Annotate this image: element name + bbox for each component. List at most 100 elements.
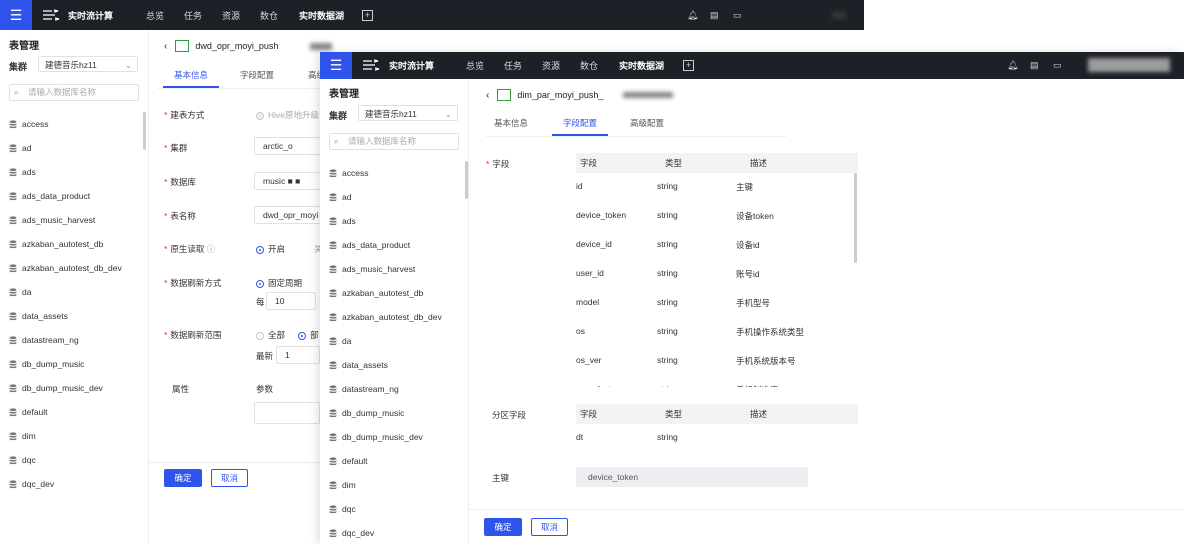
- database-item[interactable]: db_dump_music: [9, 352, 122, 376]
- database-icon: [329, 312, 337, 321]
- every-field[interactable]: 10: [266, 292, 316, 310]
- cancel-button[interactable]: 取消: [531, 518, 568, 536]
- database-icon: [9, 431, 17, 440]
- database-item[interactable]: azkaban_autotest_db: [9, 232, 122, 256]
- table-scrollbar[interactable]: [854, 173, 857, 263]
- tab-basic-info[interactable]: 基本信息: [163, 64, 219, 88]
- nav-resources[interactable]: 资源: [222, 0, 240, 30]
- nav-warehouse[interactable]: 数仓: [580, 52, 598, 79]
- nav-tasks[interactable]: 任务: [504, 52, 522, 79]
- cluster-select[interactable]: 建德音乐hz11 ⌄: [358, 105, 458, 121]
- database-item[interactable]: ad: [329, 185, 442, 209]
- database-item[interactable]: data_assets: [329, 353, 442, 377]
- database-item[interactable]: ads: [329, 209, 442, 233]
- primary-key-field[interactable]: device_token: [576, 467, 808, 487]
- database-item[interactable]: default: [9, 400, 122, 424]
- add-tab-icon[interactable]: +: [362, 10, 373, 21]
- database-item[interactable]: ads_music_harvest: [9, 208, 122, 232]
- nav-warehouse[interactable]: 数仓: [260, 0, 278, 30]
- nav-realtime-lake[interactable]: 实时数据湖: [619, 52, 664, 79]
- tab-advanced-config[interactable]: 高级配置: [630, 112, 664, 136]
- build-mode-label: * 建表方式: [164, 110, 205, 120]
- database-item[interactable]: dqc_dev: [329, 521, 442, 544]
- add-tab-icon[interactable]: +: [683, 60, 694, 71]
- table-row: os string 手机操作系统类型: [576, 318, 856, 347]
- database-item[interactable]: azkaban_autotest_db_dev: [329, 305, 442, 329]
- menu-icon[interactable]: ☰: [0, 0, 32, 30]
- range-all-radio[interactable]: 全部: [256, 329, 285, 341]
- confirm-button[interactable]: 确定: [164, 469, 202, 487]
- tab-field-config[interactable]: 字段配置: [240, 64, 274, 88]
- database-item[interactable]: db_dump_music_dev: [329, 425, 442, 449]
- confirm-button[interactable]: 确定: [484, 518, 522, 536]
- cluster-select[interactable]: 建德音乐hz11 ⌄: [38, 56, 138, 72]
- back-icon[interactable]: ‹: [486, 90, 489, 101]
- database-item[interactable]: da: [329, 329, 442, 353]
- nav-overview[interactable]: 总览: [146, 0, 164, 30]
- table-icon: [497, 89, 512, 101]
- avatar[interactable]: [832, 11, 846, 19]
- database-item[interactable]: default: [329, 449, 442, 473]
- cancel-button[interactable]: 取消: [211, 469, 248, 487]
- bell-icon[interactable]: 🔔︎: [1007, 60, 1018, 71]
- native-read-on-radio[interactable]: 开启: [256, 243, 285, 255]
- table-row: model string 手机型号: [576, 289, 856, 318]
- database-item[interactable]: dqc: [9, 448, 122, 472]
- database-icon: [9, 311, 17, 320]
- bell-icon[interactable]: 🔔︎: [687, 10, 698, 21]
- scrollbar[interactable]: [143, 112, 146, 150]
- sidebar-title: 表管理: [9, 41, 39, 52]
- database-item[interactable]: db_dump_music_dev: [9, 376, 122, 400]
- divider: [468, 509, 1184, 510]
- search-input[interactable]: ⌕ 请输入数据库名称: [9, 84, 139, 101]
- database-item[interactable]: da: [9, 280, 122, 304]
- params-field[interactable]: [254, 402, 320, 424]
- database-item[interactable]: data_assets: [9, 304, 122, 328]
- field-desc: 账号id: [736, 269, 760, 279]
- menu-icon[interactable]: ☰: [320, 52, 352, 79]
- redacted: [310, 42, 333, 50]
- refresh-mode-radio[interactable]: 固定周期: [256, 277, 302, 289]
- tab-field-config[interactable]: 字段配置: [552, 112, 608, 136]
- database-item[interactable]: dim: [329, 473, 442, 497]
- fields-table-body: id string 主键 device_token string 设备token devic…: [576, 173, 856, 387]
- database-item[interactable]: access: [329, 161, 442, 185]
- database-item-label: db_dump_music: [342, 408, 405, 418]
- database-item[interactable]: azkaban_autotest_db: [329, 281, 442, 305]
- nav-realtime-lake[interactable]: 实时数据湖: [299, 0, 344, 30]
- database-item[interactable]: azkaban_autotest_db_dev: [9, 256, 122, 280]
- message-icon[interactable]: ▭: [733, 10, 742, 21]
- field-type: string: [657, 384, 678, 387]
- database-item[interactable]: dqc: [329, 497, 442, 521]
- database-item[interactable]: dim: [9, 424, 122, 448]
- database-icon: [9, 143, 17, 152]
- search-input[interactable]: ⌕ 请输入数据库名称: [329, 133, 459, 150]
- nav-overview[interactable]: 总览: [466, 52, 484, 79]
- nav-resources[interactable]: 资源: [542, 52, 560, 79]
- database-item[interactable]: datastream_ng: [9, 328, 122, 352]
- range-part-radio[interactable]: 部: [298, 329, 319, 341]
- database-item[interactable]: ads_data_product: [329, 233, 442, 257]
- build-mode-radio[interactable]: Hive原地升级: [256, 109, 319, 121]
- database-item[interactable]: ads: [9, 160, 122, 184]
- back-icon[interactable]: ‹: [164, 41, 167, 52]
- database-item[interactable]: db_dump_music: [329, 401, 442, 425]
- panel-icon[interactable]: ▤: [710, 10, 719, 21]
- database-item[interactable]: datastream_ng: [329, 377, 442, 401]
- nav-tasks[interactable]: 任务: [184, 0, 202, 30]
- sidebar: 表管理 集群 建德音乐hz11 ⌄ ⌕ 请输入数据库名称 access ad ads…: [320, 79, 469, 544]
- database-item[interactable]: dqc_dev: [9, 472, 122, 496]
- database-item[interactable]: ad: [9, 136, 122, 160]
- field-name: id: [576, 181, 583, 191]
- panel-icon[interactable]: ▤: [1030, 60, 1039, 71]
- front-window: ☰ 实时流计算 总览 任务 资源 数仓 实时数据湖 + 🔔︎ ▤ ▭ 表管理 集…: [320, 52, 1184, 544]
- message-icon[interactable]: ▭: [1053, 60, 1062, 71]
- user-info[interactable]: [1088, 58, 1170, 72]
- database-item-label: datastream_ng: [22, 335, 79, 345]
- database-item[interactable]: access: [9, 112, 122, 136]
- database-item[interactable]: ads_music_harvest: [329, 257, 442, 281]
- database-item[interactable]: ads_data_product: [9, 184, 122, 208]
- refresh-mode-label: * 数据刷新方式: [164, 278, 222, 288]
- latest-field[interactable]: 1: [276, 346, 320, 364]
- tab-basic-info[interactable]: 基本信息: [494, 112, 528, 136]
